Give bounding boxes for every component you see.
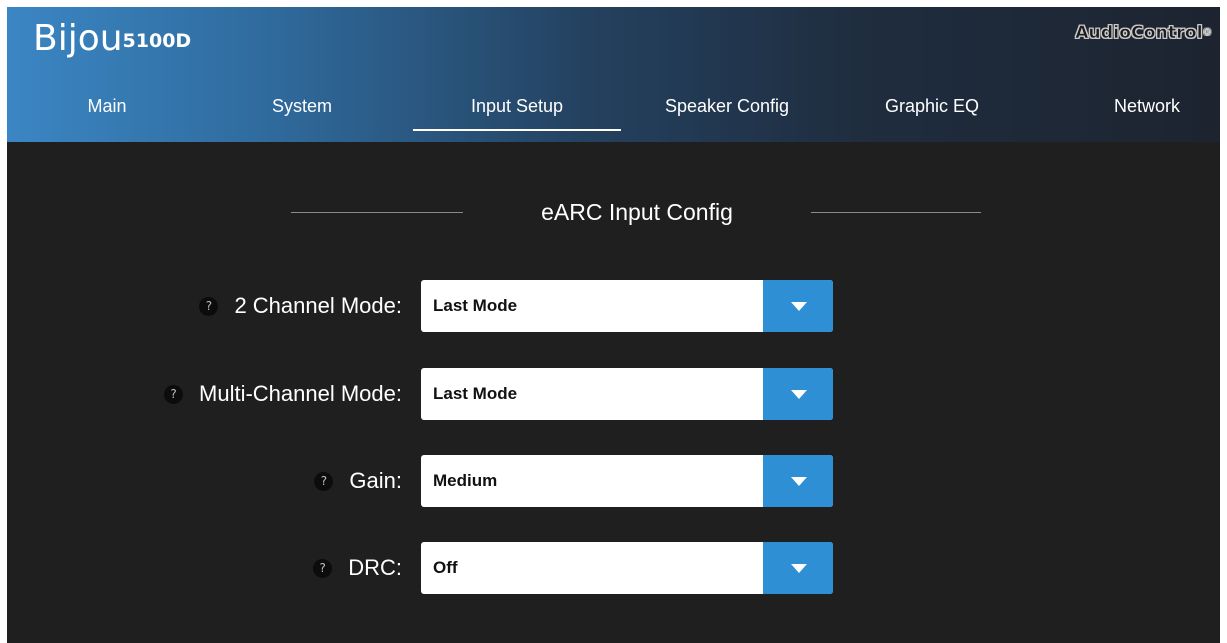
field-label: 2 Channel Mode: (234, 293, 402, 318)
dropdown-button[interactable] (763, 455, 833, 507)
select-value: Last Mode (433, 296, 518, 315)
registered-mark: ® (1202, 28, 1213, 39)
tab-speaker-config[interactable]: Speaker Config (637, 87, 817, 131)
tab-main[interactable]: Main (52, 87, 162, 131)
field-label-group: ? DRC: (313, 542, 402, 594)
gain-select[interactable]: Medium (421, 455, 833, 507)
2-channel-mode-select[interactable]: Last Mode (421, 280, 833, 332)
select-value: Medium (433, 471, 498, 490)
tab-graphic-eq[interactable]: Graphic EQ (857, 87, 1007, 131)
dropdown-button[interactable] (763, 280, 833, 332)
field-label: DRC: (348, 555, 402, 580)
multi-channel-mode-select[interactable]: Last Mode (421, 368, 833, 420)
tab-input-setup[interactable]: Input Setup (413, 87, 621, 131)
select-value: Off (433, 558, 458, 577)
section-header: eARC Input Config (7, 192, 1220, 232)
drc-select[interactable]: Off (421, 542, 833, 594)
tab-network[interactable]: Network (1092, 87, 1202, 131)
brand-name: Bijou (33, 18, 123, 59)
field-label: Multi-Channel Mode: (199, 381, 402, 406)
help-icon[interactable]: ? (164, 384, 184, 404)
title-divider-left (291, 212, 463, 213)
app-window: Bijou5100D AudioControl® Main System Inp… (7, 7, 1220, 643)
chevron-down-icon (791, 390, 807, 399)
help-icon[interactable]: ? (314, 471, 334, 491)
select-value: Last Mode (433, 384, 518, 403)
field-label-group: ? 2 Channel Mode: (199, 280, 402, 332)
brand-logo: Bijou5100D (33, 17, 191, 61)
brand-model: 5100D (122, 30, 192, 52)
header: Bijou5100D AudioControl® Main System Inp… (7, 7, 1220, 142)
chevron-down-icon (791, 302, 807, 311)
field-row-multi-channel-mode: ? Multi-Channel Mode: Last Mode (7, 368, 1220, 420)
main-nav: Main System Input Setup Speaker Config G… (7, 87, 1220, 131)
title-divider-right (811, 212, 981, 213)
field-row-gain: ? Gain: Medium (7, 455, 1220, 507)
dropdown-button[interactable] (763, 542, 833, 594)
field-label-group: ? Multi-Channel Mode: (164, 368, 402, 420)
manufacturer-logo-text: AudioControl (1075, 23, 1203, 44)
field-label-group: ? Gain: (314, 455, 402, 507)
chevron-down-icon (791, 564, 807, 573)
help-icon[interactable]: ? (313, 558, 333, 578)
help-icon[interactable]: ? (199, 296, 219, 316)
chevron-down-icon (791, 477, 807, 486)
section-title: eARC Input Config (541, 199, 733, 225)
field-row-2-channel-mode: ? 2 Channel Mode: Last Mode (7, 280, 1220, 332)
field-label: Gain: (349, 468, 402, 493)
field-row-drc: ? DRC: Off (7, 542, 1220, 594)
tab-system[interactable]: System (242, 87, 362, 131)
dropdown-button[interactable] (763, 368, 833, 420)
manufacturer-logo: AudioControl® (1075, 23, 1213, 44)
